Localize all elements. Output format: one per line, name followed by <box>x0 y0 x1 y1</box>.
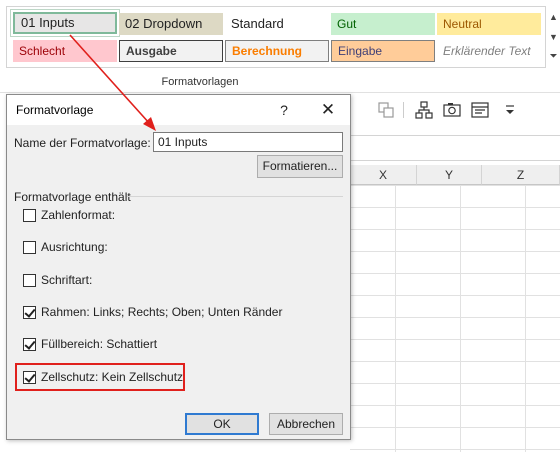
font-label: Schriftart: <box>41 273 93 287</box>
column-header-y[interactable]: Y <box>417 165 482 185</box>
fill-checkbox[interactable] <box>23 338 36 351</box>
alignment-checkbox[interactable] <box>23 241 36 254</box>
border-checkbox[interactable] <box>23 306 36 319</box>
style-gut[interactable]: Gut <box>331 13 435 35</box>
style-01-inputs[interactable]: 01 Inputs <box>13 12 117 34</box>
style-name-input[interactable]: 01 Inputs <box>153 132 343 152</box>
form-icon[interactable] <box>470 100 490 120</box>
fill-label: Füllbereich: Schattiert <box>41 337 158 351</box>
camera-icon[interactable] <box>442 100 462 120</box>
column-header-z[interactable]: Z <box>482 165 560 185</box>
number-format-checkbox[interactable] <box>23 209 36 222</box>
dialog-titlebar[interactable]: Formatvorlage ? ✕ <box>7 95 350 125</box>
scroll-down-icon[interactable]: ▼ <box>546 27 560 47</box>
style-includes-heading: Formatvorlage enthält <box>14 190 131 204</box>
style-dialog: Formatvorlage ? ✕ Name der Formatvorlage… <box>6 94 351 440</box>
style-02-dropdown[interactable]: 02 Dropdown <box>119 13 223 35</box>
style-standard[interactable]: Standard <box>225 13 329 35</box>
dialog-title: Formatvorlage <box>16 103 94 117</box>
cancel-button[interactable]: Abbrechen <box>269 413 343 435</box>
gallery-more-icon[interactable]: ⏷ <box>546 47 560 67</box>
cell-styles-gallery: 01 Inputs 02 Dropdown Standard Gut Neutr… <box>6 6 558 68</box>
number-format-label: Zahlenformat: <box>41 208 116 222</box>
border-label: Rahmen: Links; Rechts; Oben; Unten Rände… <box>41 305 283 319</box>
style-ausgabe[interactable]: Ausgabe <box>119 40 223 62</box>
style-berechnung[interactable]: Berechnung <box>225 40 329 62</box>
close-icon[interactable]: ✕ <box>313 97 343 123</box>
protection-highlight-box <box>15 363 185 391</box>
column-header-x[interactable]: X <box>350 165 417 185</box>
sheet-grid[interactable] <box>350 185 560 452</box>
toolbar-separator <box>403 102 404 118</box>
style-eingabe[interactable]: Eingabe <box>331 40 435 62</box>
style-schlecht[interactable]: Schlecht <box>13 40 117 62</box>
format-button[interactable]: Formatieren... <box>257 155 343 178</box>
style-erklaerender-text[interactable]: Erklärender Text <box>437 40 541 62</box>
formula-bar[interactable] <box>350 135 560 161</box>
ok-button[interactable]: OK <box>185 413 259 435</box>
style-neutral[interactable]: Neutral <box>437 13 541 35</box>
alignment-label: Ausrichtung: <box>41 240 108 254</box>
hierarchy-icon[interactable] <box>414 100 434 120</box>
gallery-scroll: ▲ ▼ ⏷ <box>545 7 560 67</box>
style-name-label: Name der Formatvorlage: <box>14 136 151 150</box>
duplicate-icon[interactable] <box>376 100 396 120</box>
section-divider <box>127 196 343 197</box>
scroll-up-icon[interactable]: ▲ <box>546 7 560 27</box>
ribbon-divider <box>0 92 560 93</box>
help-icon[interactable]: ? <box>271 97 297 123</box>
ribbon-group-label: Formatvorlagen <box>161 76 239 88</box>
font-checkbox[interactable] <box>23 274 36 287</box>
customize-toolbar-icon[interactable] <box>500 100 520 120</box>
